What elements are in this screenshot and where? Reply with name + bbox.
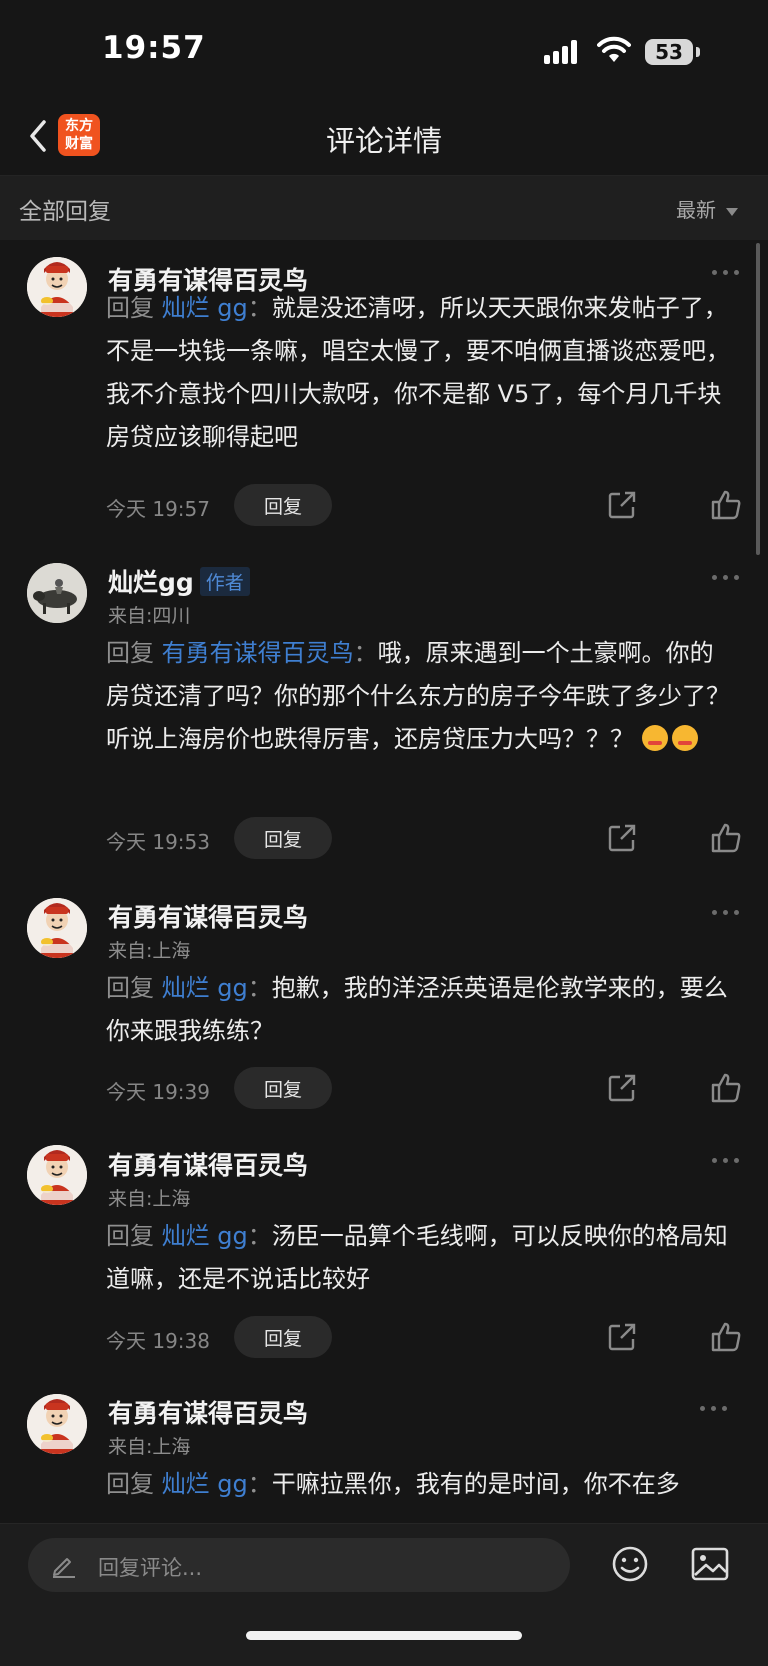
- status-time: 19:57: [102, 30, 206, 66]
- wifi-icon: [597, 36, 631, 62]
- chevron-down-icon: [726, 207, 738, 216]
- location-label: 来自:上海: [108, 940, 191, 962]
- reply-button[interactable]: 回复: [234, 817, 332, 859]
- author-badge: 作者: [199, 567, 250, 596]
- thumbs-up-icon[interactable]: [710, 489, 742, 521]
- comment-text: 回复 灿烂 gg：干嘛拉黑你，我有的是时间，你不在多: [106, 1463, 736, 1506]
- reply-button[interactable]: 回复: [234, 1067, 332, 1109]
- share-icon[interactable]: [606, 1072, 638, 1104]
- avatar[interactable]: [27, 898, 87, 958]
- thumbs-up-icon[interactable]: [710, 822, 742, 854]
- emoji-icon: [641, 725, 668, 751]
- status-bar: 19:57 53: [0, 0, 768, 100]
- thumbs-up-icon[interactable]: [710, 1072, 742, 1104]
- comment-item: 有勇有谋得百灵鸟 来自:上海 回复 灿烂 gg：汤臣一品算个毛线啊，可以反映你的…: [0, 1130, 768, 1360]
- share-icon[interactable]: [606, 1321, 638, 1353]
- mention-separator: ：: [247, 1470, 272, 1498]
- username[interactable]: 有勇有谋得百灵鸟: [108, 898, 308, 934]
- mention-link[interactable]: 灿烂 gg: [162, 974, 248, 1002]
- reply-button[interactable]: 回复: [234, 1316, 332, 1358]
- share-icon[interactable]: [606, 822, 638, 854]
- reply-prefix: 回复: [106, 974, 154, 1002]
- username[interactable]: 有勇有谋得百灵鸟: [108, 1394, 308, 1430]
- home-indicator: [246, 1631, 522, 1640]
- mention-link[interactable]: 灿烂 gg: [162, 1222, 248, 1250]
- emoji-icon: [671, 725, 698, 751]
- more-options-icon[interactable]: [712, 270, 740, 278]
- image-upload-icon[interactable]: [690, 1546, 730, 1582]
- avatar[interactable]: [27, 1394, 87, 1454]
- comment-time: 今天 19:57: [106, 497, 210, 521]
- battery-tip: [696, 47, 700, 57]
- page-title: 评论详情: [325, 124, 442, 158]
- nav-bar: 东方 财富 评论详情: [0, 100, 768, 176]
- mention-link[interactable]: 灿烂 gg: [162, 1470, 248, 1498]
- thumbs-up-icon[interactable]: [710, 1321, 742, 1353]
- username[interactable]: 有勇有谋得百灵鸟: [108, 1146, 308, 1182]
- comment-content: 干嘛拉黑你，我有的是时间，你不在多: [271, 1470, 680, 1498]
- avatar[interactable]: [27, 257, 87, 317]
- comment-text: 回复 有勇有谋得百灵鸟：哦，原来遇到一个土豪啊。你的房贷还清了吗？你的那个什么东…: [106, 632, 736, 761]
- mention-link[interactable]: 有勇有谋得百灵鸟: [162, 639, 354, 667]
- comment-item: 有勇有谋得百灵鸟 回复 灿烂 gg：就是没还清呀，所以天天跟你来发帖子了，不是一…: [0, 245, 768, 530]
- username-text: 灿烂gg: [108, 568, 194, 597]
- more-options-icon[interactable]: [712, 910, 740, 918]
- comment-input[interactable]: 回复评论...: [28, 1538, 570, 1592]
- location-label: 来自:四川: [108, 605, 191, 627]
- comment-item: 有勇有谋得百灵鸟 来自:上海 回复 灿烂 gg：抱歉，我的洋泾浜英语是伦敦学来的…: [0, 880, 768, 1110]
- location-label: 来自:上海: [108, 1436, 191, 1458]
- comment-text: 回复 灿烂 gg：就是没还清呀，所以天天跟你来发帖子了，不是一块钱一条嘛，唱空太…: [106, 287, 736, 459]
- comment-time: 今天 19:53: [106, 830, 210, 854]
- sort-select[interactable]: 最新: [676, 194, 738, 223]
- share-icon[interactable]: [606, 489, 638, 521]
- reply-prefix: 回复: [106, 294, 154, 322]
- comment-item: 灿烂gg 作者 来自:四川 回复 有勇有谋得百灵鸟：哦，原来遇到一个土豪啊。你的房…: [0, 545, 768, 865]
- mention-separator: ：: [353, 639, 378, 667]
- more-options-icon[interactable]: [700, 1406, 728, 1414]
- section-title: 全部回复: [19, 199, 111, 225]
- avatar[interactable]: [27, 563, 87, 623]
- mention-separator: ：: [247, 974, 272, 1002]
- emoji-picker-icon[interactable]: [610, 1544, 650, 1584]
- input-placeholder: 回复评论...: [98, 1556, 203, 1580]
- more-options-icon[interactable]: [712, 1158, 740, 1166]
- reply-button[interactable]: 回复: [234, 484, 332, 526]
- mention-link[interactable]: 灿烂 gg: [162, 294, 248, 322]
- comment-item: 有勇有谋得百灵鸟 来自:上海 回复 灿烂 gg：干嘛拉黑你，我有的是时间，你不在…: [0, 1380, 768, 1523]
- section-header: 全部回复 最新: [0, 176, 768, 240]
- sort-label: 最新: [676, 198, 716, 222]
- reply-prefix: 回复: [106, 1222, 154, 1250]
- avatar[interactable]: [27, 1145, 87, 1205]
- reply-prefix: 回复: [106, 1470, 154, 1498]
- pencil-icon: [53, 1558, 75, 1578]
- comment-text: 回复 灿烂 gg：抱歉，我的洋泾浜英语是伦敦学来的，要么你来跟我练练？: [106, 967, 736, 1053]
- comment-time: 今天 19:38: [106, 1329, 210, 1353]
- comment-time: 今天 19:39: [106, 1080, 210, 1104]
- username[interactable]: 灿烂gg 作者: [108, 563, 250, 599]
- battery-icon: 53: [645, 39, 693, 65]
- reply-prefix: 回复: [106, 639, 154, 667]
- scrollbar[interactable]: [756, 243, 760, 555]
- cellular-signal-icon: [544, 40, 584, 64]
- comment-input-bar: 回复评论...: [0, 1523, 768, 1666]
- location-label: 来自:上海: [108, 1188, 191, 1210]
- mention-separator: ：: [247, 294, 272, 322]
- mention-separator: ：: [247, 1222, 272, 1250]
- more-options-icon[interactable]: [712, 575, 740, 583]
- comment-text: 回复 灿烂 gg：汤臣一品算个毛线啊，可以反映你的格局知道嘛，还是不说话比较好: [106, 1215, 736, 1301]
